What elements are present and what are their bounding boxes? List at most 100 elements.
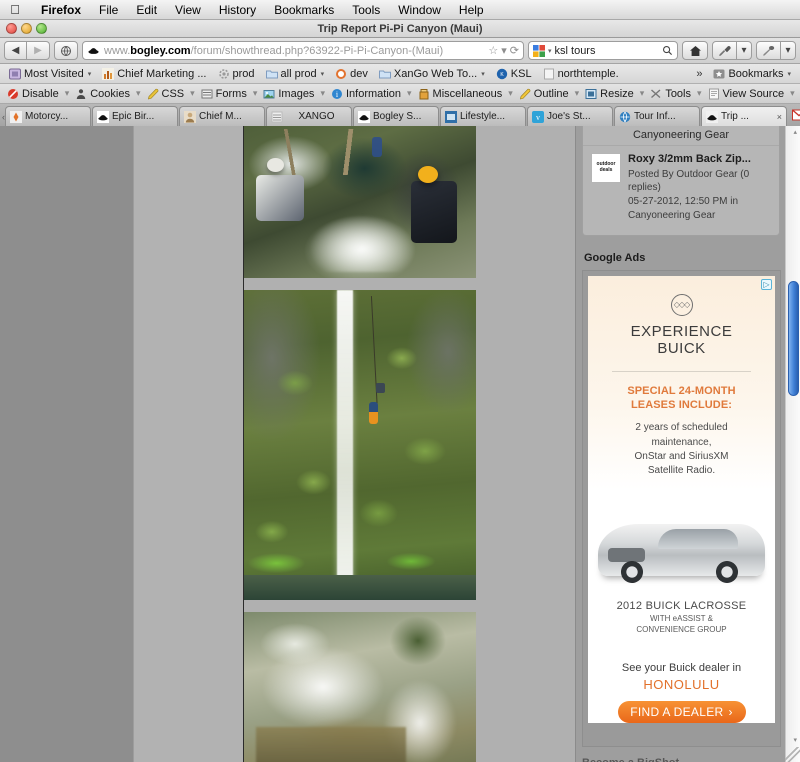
addon-outline[interactable]: Outline <box>516 88 572 100</box>
sidebar-item-title[interactable]: Roxy 3/2mm Back Zip... <box>628 153 771 167</box>
post-image-cascade-pool[interactable] <box>244 612 476 762</box>
addon-information[interactable]: i Information <box>328 88 404 100</box>
chevron-down-icon[interactable]: ▾ <box>134 88 143 99</box>
search-input[interactable]: ksl tours <box>555 45 659 57</box>
photo-whitewater <box>308 214 416 272</box>
site-identity-button[interactable] <box>54 41 78 60</box>
browser-toolbar: ◀ ▶ www.bogley.com/forum/showthread.php?… <box>0 38 800 64</box>
chevron-down-icon[interactable]: ▾ <box>318 88 327 99</box>
menu-item-window[interactable]: Window <box>389 0 450 20</box>
addon-forms[interactable]: Forms <box>198 88 250 100</box>
window-controls[interactable] <box>6 23 47 34</box>
photo-pool <box>255 727 407 762</box>
addon-miscellaneous[interactable]: Miscellaneous <box>415 88 506 100</box>
bookmark-all-prod[interactable]: all prod ▾ <box>262 65 329 82</box>
chevron-down-icon[interactable]: ▾ <box>501 44 507 57</box>
minimize-window-button[interactable] <box>21 23 32 34</box>
sidebar-list-item[interactable]: outdoor deals Roxy 3/2mm Back Zip... Pos… <box>583 146 779 227</box>
adchoices-icon[interactable]: ▷ <box>761 278 772 290</box>
zoom-window-button[interactable] <box>36 23 47 34</box>
tab-trip-report[interactable]: Trip ... × <box>701 106 787 126</box>
measure-button[interactable] <box>756 41 781 60</box>
search-engine-chevron-icon[interactable]: ▾ <box>548 47 552 55</box>
find-a-dealer-button[interactable]: FIND A DEALER › <box>617 700 746 723</box>
apple-logo-icon[interactable]:  <box>8 3 22 16</box>
bookmark-dev[interactable]: dev <box>331 65 372 82</box>
window-resize-grip[interactable] <box>785 747 800 762</box>
tab-lifestyle[interactable]: Lifestyle... <box>440 106 526 126</box>
information-icon: i <box>331 88 342 99</box>
address-bar[interactable]: www.bogley.com/forum/showthread.php?6392… <box>82 41 524 60</box>
post-image-canyoneers[interactable] <box>244 126 476 278</box>
chevron-down-icon[interactable]: ▾ <box>638 88 647 99</box>
bookmark-xango-web-tools[interactable]: XanGo Web To... ▾ <box>375 65 489 82</box>
chevron-down-icon[interactable]: ▾ <box>695 88 704 99</box>
bookmark-label: KSL <box>510 67 532 80</box>
menu-item-history[interactable]: History <box>210 0 265 20</box>
bookmark-chief-marketing[interactable]: Chief Marketing ... <box>98 65 210 82</box>
addon-images[interactable]: Images <box>260 88 317 100</box>
chevron-down-icon[interactable]: ▾ <box>573 88 582 99</box>
bookmark-prod[interactable]: prod <box>214 65 259 82</box>
addon-disable[interactable]: Disable <box>4 88 62 100</box>
ad-city: HONOLULU <box>643 676 720 692</box>
menu-item-tools[interactable]: Tools <box>343 0 389 20</box>
search-icon[interactable] <box>662 45 673 56</box>
bogley-favicon <box>87 44 100 57</box>
bookmark-ksl[interactable]: K KSL <box>492 65 536 82</box>
addon-resize[interactable]: Resize <box>582 88 637 100</box>
tab-epic-bir[interactable]: Epic Bir... <box>92 106 178 126</box>
photo-backpack <box>376 383 386 393</box>
chevron-down-icon[interactable]: ▾ <box>506 88 515 99</box>
gmail-icon[interactable] <box>792 109 800 121</box>
menu-item-file[interactable]: File <box>90 0 127 20</box>
post-image-waterfall-rappel[interactable] <box>244 290 476 600</box>
tab-chief-m[interactable]: Chief M... <box>179 106 265 126</box>
menu-item-help[interactable]: Help <box>450 0 493 20</box>
tab-label: Motorcy... <box>25 111 69 122</box>
measure-dropdown[interactable]: ▾ <box>781 41 796 60</box>
bookmark-star-icon[interactable]: ☆ <box>488 44 498 57</box>
bookmark-northtemple[interactable]: northtemple. <box>539 65 623 82</box>
addon-cookies[interactable]: Cookies <box>72 88 133 100</box>
search-bar[interactable]: ▾ ksl tours <box>528 41 678 60</box>
addon-css[interactable]: CSS <box>144 88 188 100</box>
pipette-dropdown[interactable]: ▾ <box>737 41 752 60</box>
forward-button[interactable]: ▶ <box>27 41 50 60</box>
chevron-down-icon[interactable]: ▾ <box>405 88 414 99</box>
scrollbar-thumb[interactable] <box>788 281 799 396</box>
close-icon[interactable]: × <box>777 112 782 122</box>
chevron-down-icon[interactable]: ▾ <box>188 88 197 99</box>
chevron-down-icon[interactable]: ▾ <box>251 88 260 99</box>
bookmark-most-visited[interactable]: Most Visited ▾ <box>5 65 95 82</box>
menu-item-edit[interactable]: Edit <box>127 0 166 20</box>
addon-view-source[interactable]: View Source <box>705 88 788 100</box>
tab-joes-st[interactable]: v Joe's St... <box>527 106 613 126</box>
css-icon <box>147 88 158 99</box>
tab-motorcy[interactable]: Motorcy... <box>5 106 91 126</box>
gear-icon <box>218 68 229 79</box>
menu-item-view[interactable]: View <box>166 0 210 20</box>
menu-item-firefox[interactable]: Firefox <box>32 0 90 20</box>
menu-item-bookmarks[interactable]: Bookmarks <box>265 0 343 20</box>
pipette-button[interactable] <box>712 41 737 60</box>
tab-tour-inf[interactable]: Tour Inf... <box>614 106 700 126</box>
reload-icon[interactable]: ⟳ <box>510 44 519 57</box>
tab-xango[interactable]: XANGO <box>266 106 352 126</box>
sidebar-item-forum[interactable]: Canyoneering Gear <box>628 209 771 222</box>
vertical-scrollbar[interactable]: ▴ ▾ <box>785 126 800 762</box>
os-menu-bar:  Firefox File Edit View History Bookmar… <box>0 0 800 20</box>
chevron-down-icon[interactable]: ▾ <box>788 88 797 99</box>
scroll-up-icon[interactable]: ▴ <box>793 128 797 136</box>
home-button[interactable] <box>682 41 708 60</box>
bookmarks-menu-button[interactable]: Bookmarks ▾ <box>709 65 795 82</box>
bookmarks-overflow-button[interactable]: » <box>692 68 706 80</box>
advertisement-buick[interactable]: ▷ ◇◇◇ EXPERIENCE BUICK SPECIAL 24-MONTH … <box>588 275 775 723</box>
scroll-down-icon[interactable]: ▾ <box>793 736 797 744</box>
back-button[interactable]: ◀ <box>4 41 27 60</box>
recent-gear-panel: Canyoneering Gear outdoor deals Roxy 3/2… <box>582 126 780 236</box>
tab-bogley-s[interactable]: Bogley S... <box>353 106 439 126</box>
addon-tools[interactable]: Tools <box>647 88 694 100</box>
chevron-down-icon[interactable]: ▾ <box>63 88 72 99</box>
close-window-button[interactable] <box>6 23 17 34</box>
